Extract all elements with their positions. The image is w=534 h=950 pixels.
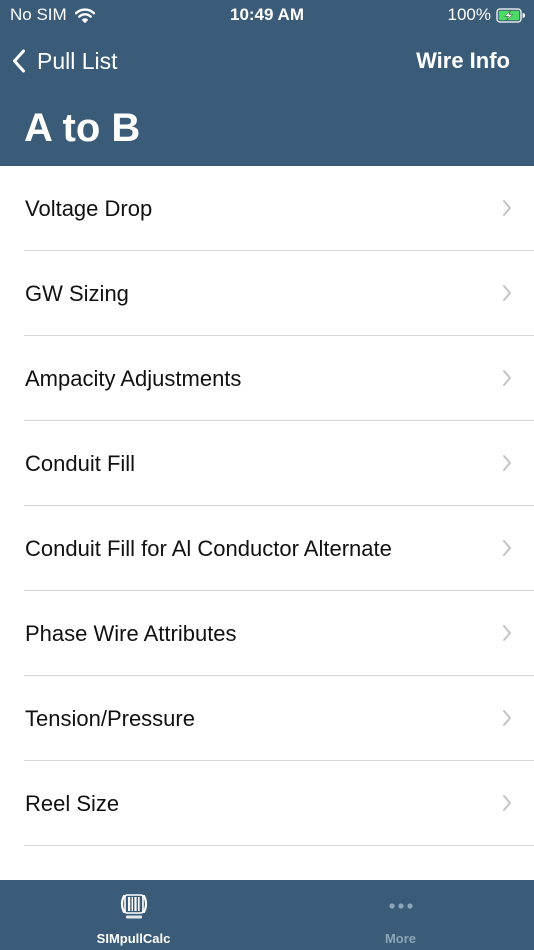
menu-item-label: Phase Wire Attributes	[25, 621, 237, 646]
nav-row: Pull List Wire Info	[0, 42, 534, 80]
tab-more[interactable]: More	[267, 880, 534, 950]
navigation-header: No SIM 10:49 AM 100% Pull List Wire Info…	[0, 0, 534, 166]
menu-item-label: Conduit Fill for Al Conductor Alternate	[25, 536, 392, 561]
menu-list: Voltage Drop GW Sizing Ampacity Adjustme…	[0, 166, 534, 846]
menu-item-label: Ampacity Adjustments	[25, 366, 242, 391]
menu-item-label: Voltage Drop	[25, 196, 153, 221]
menu-item-label: GW Sizing	[25, 281, 129, 306]
ellipsis-icon	[388, 903, 413, 909]
chevron-right-icon	[503, 710, 511, 726]
chevron-right-icon	[503, 795, 511, 811]
chevron-left-icon	[13, 49, 25, 73]
menu-item-ampacity-adjustments[interactable]: Ampacity Adjustments	[0, 336, 534, 421]
status-right: 100%	[448, 5, 526, 25]
tab-simpullcalc[interactable]: SIMpullCalc	[0, 880, 267, 950]
status-bar: No SIM 10:49 AM 100%	[0, 0, 534, 32]
wire-info-button[interactable]: Wire Info	[416, 42, 510, 80]
tab-label: SIMpullCalc	[96, 931, 171, 946]
back-button[interactable]: Pull List	[12, 42, 118, 80]
chevron-right-icon	[503, 285, 511, 301]
menu-item-label: Tension/Pressure	[25, 706, 195, 731]
menu-item-conduit-fill[interactable]: Conduit Fill	[0, 421, 534, 506]
menu-item-reel-size[interactable]: Reel Size	[0, 761, 534, 846]
battery-percent: 100%	[447, 5, 491, 24]
tab-label: More	[384, 931, 417, 946]
chevron-right-icon	[503, 455, 511, 471]
menu-item-gw-sizing[interactable]: GW Sizing	[0, 251, 534, 336]
battery-charging-icon	[496, 7, 526, 23]
wire-reel-icon	[120, 894, 147, 919]
back-button-label: Pull List	[37, 47, 118, 74]
tab-bar: SIMpullCalc More	[0, 880, 534, 950]
chevron-right-icon	[503, 370, 511, 386]
menu-item-tension-pressure[interactable]: Tension/Pressure	[0, 676, 534, 761]
menu-item-label: Reel Size	[25, 791, 120, 816]
page-title: A to B	[24, 106, 141, 150]
menu-item-voltage-drop[interactable]: Voltage Drop	[0, 166, 534, 251]
menu-item-phase-wire-attributes[interactable]: Phase Wire Attributes	[0, 591, 534, 676]
chevron-right-icon	[503, 540, 511, 556]
chevron-right-icon	[503, 200, 511, 216]
menu-item-conduit-fill-al-alternate[interactable]: Conduit Fill for Al Conductor Alternate	[0, 506, 534, 591]
chevron-right-icon	[503, 625, 511, 641]
menu-item-label: Conduit Fill	[25, 451, 136, 476]
